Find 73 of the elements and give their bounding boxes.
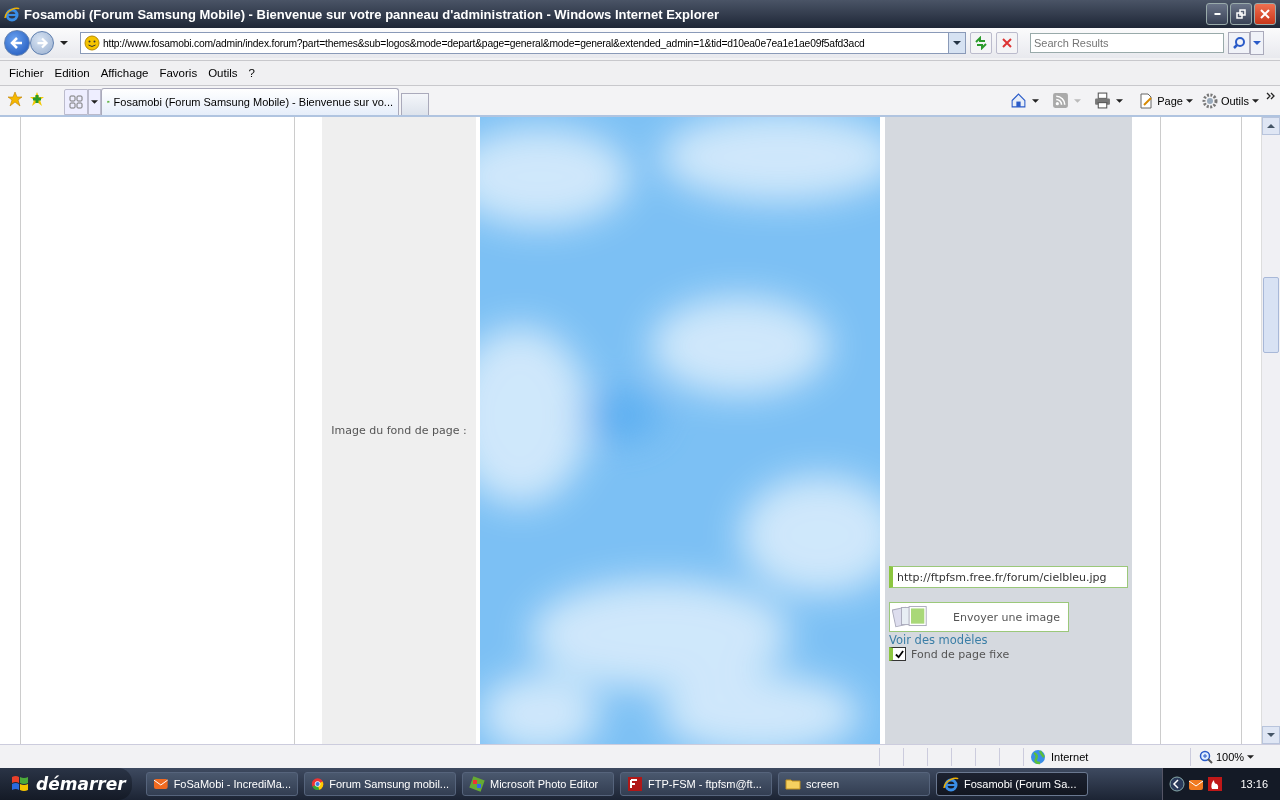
menu-item[interactable]: Affichage	[95, 67, 155, 79]
caret-icon	[1247, 754, 1255, 759]
restore-button[interactable]	[1230, 3, 1252, 25]
browser-logo-icon	[943, 776, 959, 792]
taskbar-button[interactable]: Forum Samsung mobil...	[304, 772, 456, 796]
start-button[interactable]: démarrer	[0, 768, 132, 800]
field-label: Image du fond de page :	[331, 424, 467, 437]
menu-item[interactable]: Fichier	[4, 67, 50, 79]
taskbar-button[interactable]: Fosamobi (Forum Sa...	[936, 772, 1088, 796]
windows-flag-icon	[10, 774, 30, 794]
globe-icon	[1030, 748, 1046, 765]
photos-icon	[892, 604, 930, 630]
expand-tray-icon[interactable]	[1169, 776, 1186, 792]
taskbar-button[interactable]: FoSaMobi - IncrediMa...	[146, 772, 298, 796]
folder-icon	[785, 776, 801, 792]
restore-icon	[1236, 9, 1246, 19]
caret-icon	[1185, 98, 1193, 103]
upload-image-button[interactable]: Envoyer une image	[889, 602, 1069, 632]
checkbox[interactable]	[889, 647, 906, 661]
refresh-button[interactable]	[970, 32, 992, 54]
dropdown-arrow-icon[interactable]	[60, 41, 68, 45]
zoom-button[interactable]: 100%	[1190, 747, 1280, 766]
home-icon[interactable]	[1010, 92, 1028, 109]
fire-icon[interactable]	[1207, 776, 1224, 792]
menu-item[interactable]: Favoris	[154, 67, 204, 79]
url-field[interactable]: http://ftpfsm.free.fr/forum/cielbleu.jpg	[889, 566, 1128, 588]
printer-icon[interactable]	[1094, 92, 1112, 109]
forward-button[interactable]	[30, 31, 54, 55]
add-star-icon[interactable]	[29, 91, 45, 107]
tab-list-button[interactable]	[88, 89, 101, 115]
caret-icon	[91, 100, 98, 104]
close-icon	[1260, 9, 1270, 19]
dropdown-arrow-icon[interactable]	[1116, 98, 1124, 103]
scroll-thumb[interactable]	[1263, 277, 1279, 353]
star-icon[interactable]	[7, 91, 23, 107]
minimize-button[interactable]	[1206, 3, 1228, 25]
photo-editor-icon	[469, 776, 485, 792]
back-button[interactable]	[4, 30, 30, 56]
gear-icon	[1201, 92, 1218, 109]
smiley-icon	[84, 35, 100, 51]
address-field[interactable]: http://www.fosamobi.com/admin/index.forum?part=themes&sub=logos&mode=depart&page=general&mode=general&extended_admin=1&tid=d10ea0e7ea1e1ae09f5afd3acd	[80, 32, 966, 54]
scrollbar[interactable]	[1261, 117, 1280, 744]
taskbar-button[interactable]: Microsoft Photo Editor	[462, 772, 614, 796]
search-icon	[1232, 36, 1246, 50]
search-field[interactable]: Search Results	[1030, 33, 1224, 53]
envelope-icon	[153, 776, 169, 792]
tools-menu-button[interactable]: Outils	[1199, 92, 1261, 109]
clock: 13:16	[1240, 778, 1268, 790]
page-icon	[1138, 92, 1155, 109]
stop-button[interactable]	[996, 32, 1018, 54]
browser-icon	[311, 776, 325, 792]
menu-item[interactable]: Outils	[203, 67, 244, 79]
dropdown-arrow-icon[interactable]	[1032, 98, 1040, 103]
checkbox-label: Fond de page fixe	[911, 647, 1010, 661]
taskbar-button[interactable]: screen	[778, 772, 930, 796]
ftp-client-icon	[627, 776, 643, 792]
window-title: Fosamobi (Forum Samsung Mobile) - Bienvenue sur votre panneau d'administration - Windows Internet Explorer	[24, 6, 720, 22]
menu-item[interactable]: ?	[243, 67, 261, 79]
taskbar-button[interactable]: FTP-FSM - ftpfsm@ft...	[620, 772, 772, 796]
close-button[interactable]	[1254, 3, 1276, 25]
refresh-arrows-icon	[974, 36, 988, 50]
browser-logo-icon	[4, 6, 20, 22]
caret-icon	[1252, 98, 1259, 103]
browser-tab[interactable]: Fosamobi (Forum Samsung Mobile) - Bienvenue sur vo...	[101, 88, 399, 115]
zoom-icon	[1199, 749, 1213, 764]
security-zone: Internet	[1051, 750, 1089, 763]
cross-icon	[1001, 37, 1013, 49]
menu-item[interactable]: Edition	[49, 67, 96, 79]
grid-icon	[69, 95, 83, 109]
chevron-icon[interactable]	[1266, 92, 1276, 100]
minimize-icon	[1213, 13, 1221, 15]
page-menu-button[interactable]: Page	[1136, 92, 1195, 109]
search-button[interactable]	[1228, 32, 1250, 54]
